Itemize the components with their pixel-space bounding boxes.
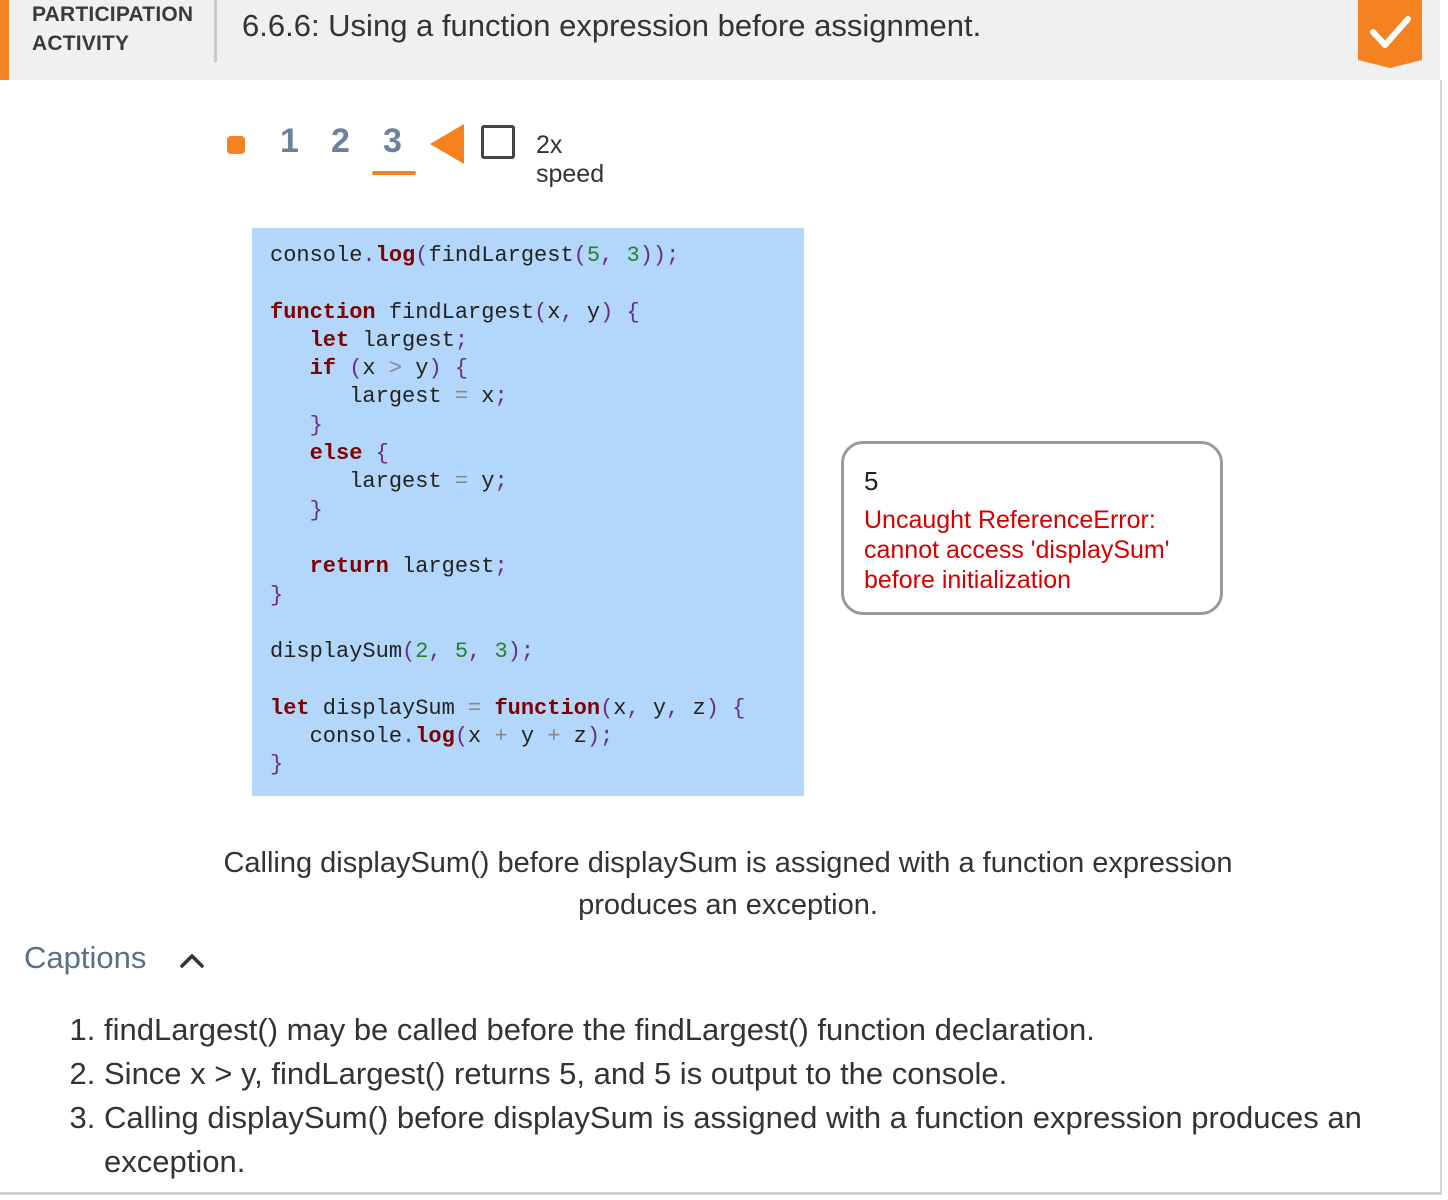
captions-list: findLargest() may be called before the f… xyxy=(60,1008,1444,1184)
activity-title: 6.6.6: Using a function expression befor… xyxy=(242,8,982,43)
step-1-button[interactable]: 1 xyxy=(280,122,299,161)
checkmark-icon xyxy=(1358,0,1422,68)
completion-checkmark-badge xyxy=(1358,0,1422,68)
step-2-button[interactable]: 2 xyxy=(331,122,350,161)
current-step-caption: Calling displaySum() before displaySum i… xyxy=(223,847,1233,921)
active-step-indicator xyxy=(372,171,416,175)
console-error-message: Uncaught ReferenceError: cannot access '… xyxy=(864,506,1170,594)
page-bottom-border xyxy=(0,1192,1442,1195)
caption-item: findLargest() may be called before the f… xyxy=(104,1008,1444,1052)
header-divider xyxy=(214,0,217,62)
stop-square-icon[interactable] xyxy=(227,136,245,154)
step-3-button[interactable]: 3 xyxy=(383,122,402,161)
chevron-up-icon[interactable] xyxy=(178,948,206,972)
back-triangle-icon[interactable] xyxy=(430,124,464,164)
console-output-value: 5 xyxy=(864,466,879,496)
activity-type-label: PARTICIPATION ACTIVITY xyxy=(32,3,194,55)
speed-label: 2x speed xyxy=(536,131,605,188)
caption-item: Since x > y, findLargest() returns 5, an… xyxy=(104,1052,1444,1096)
caption-item: Calling displaySum() before displaySum i… xyxy=(104,1096,1444,1184)
header-accent-bar xyxy=(0,0,9,80)
code-listing: console.log(findLargest(5, 3)); function… xyxy=(270,243,746,778)
captions-toggle[interactable]: Captions xyxy=(24,940,146,976)
speed-checkbox[interactable] xyxy=(481,125,515,159)
activity-header: PARTICIPATION ACTIVITY 6.6.6: Using a fu… xyxy=(0,0,1440,80)
